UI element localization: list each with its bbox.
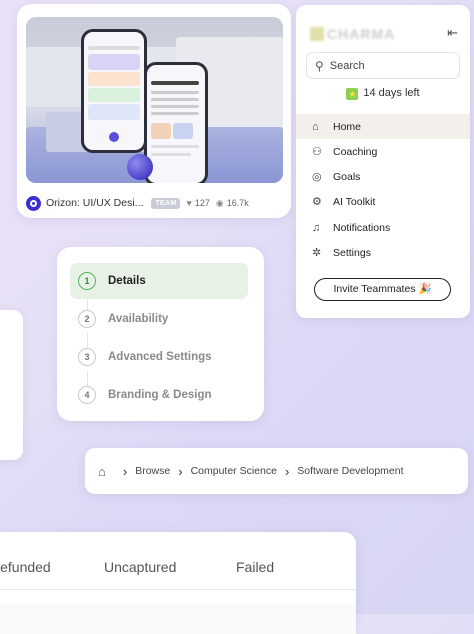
partial-card bbox=[0, 310, 23, 460]
step-number: 4 bbox=[78, 386, 96, 404]
payment-status-tabs: Refunded Uncaptured Failed bbox=[0, 532, 356, 634]
bell-icon: ♫ bbox=[312, 221, 321, 234]
trial-label: 14 days left bbox=[363, 87, 420, 99]
shot-card[interactable]: Orizon: UI/UX Desi... TEAM ♥ 127 ◉ 16.7k bbox=[17, 4, 291, 218]
breadcrumb-item-computer-science[interactable]: Computer Science bbox=[191, 465, 277, 477]
coaching-icon: ⚇ bbox=[312, 146, 322, 158]
step-branding-design[interactable]: 4 Branding & Design bbox=[70, 377, 248, 413]
breadcrumb-item-browse[interactable]: Browse bbox=[135, 465, 170, 477]
step-label: Availability bbox=[108, 313, 169, 325]
step-label: Details bbox=[108, 275, 146, 287]
tabs-divider bbox=[0, 589, 356, 590]
step-advanced-settings[interactable]: 3 Advanced Settings bbox=[70, 339, 248, 375]
views-stat: ◉ 16.7k bbox=[216, 198, 249, 209]
home-icon[interactable]: ⌂ bbox=[98, 464, 106, 479]
search-label: Search bbox=[329, 59, 365, 72]
team-badge: TEAM bbox=[151, 197, 181, 209]
step-number: 3 bbox=[78, 348, 96, 366]
search-icon: ⚲ bbox=[315, 58, 324, 73]
step-number: 2 bbox=[78, 310, 96, 328]
tab-failed[interactable]: Failed bbox=[236, 559, 274, 575]
phone-mockup-right bbox=[144, 62, 208, 183]
chevron-right-icon: › bbox=[122, 463, 128, 479]
breadcrumb-item-software-development[interactable]: Software Development bbox=[297, 465, 403, 477]
shot-thumbnail[interactable] bbox=[26, 17, 283, 183]
chevron-right-icon: › bbox=[284, 463, 290, 479]
likes-stat[interactable]: ♥ 127 bbox=[186, 198, 209, 208]
heart-icon: ♥ bbox=[186, 198, 192, 208]
search-input[interactable]: ⚲ Search bbox=[306, 52, 460, 79]
shot-title[interactable]: Orizon: UI/UX Desi... bbox=[46, 197, 143, 209]
sidebar-item-home[interactable]: ⌂ Home bbox=[296, 114, 470, 139]
step-availability[interactable]: 2 Availability bbox=[70, 301, 248, 337]
sidebar-item-ai-toolkit[interactable]: ⚙ AI Toolkit bbox=[296, 189, 470, 214]
sidebar-item-label: AI Toolkit bbox=[333, 195, 376, 208]
gear-icon: ✲ bbox=[312, 247, 322, 259]
step-label: Branding & Design bbox=[108, 389, 212, 401]
sidebar-item-settings[interactable]: ✲ Settings bbox=[296, 240, 470, 265]
sidebar-item-label: Goals bbox=[333, 170, 361, 183]
brand-logo[interactable]: CHARMA bbox=[310, 26, 395, 42]
team-avatar-icon[interactable] bbox=[26, 195, 41, 211]
views-count: 16.7k bbox=[226, 198, 249, 208]
tab-refunded[interactable]: Refunded bbox=[0, 559, 51, 575]
chevron-right-icon: › bbox=[178, 463, 183, 479]
tab-uncaptured[interactable]: Uncaptured bbox=[104, 559, 176, 575]
sidebar-item-label: Coaching bbox=[333, 145, 378, 158]
step-number: 1 bbox=[78, 272, 96, 290]
sidebar-item-label: Settings bbox=[333, 246, 371, 259]
phone-mockup-left bbox=[81, 29, 147, 153]
decor-sphere bbox=[127, 154, 153, 180]
invite-teammates-button[interactable]: Invite Teammates 🎉 bbox=[314, 278, 451, 301]
sidebar-item-coaching[interactable]: ⚇ Coaching bbox=[296, 139, 470, 164]
sidebar-item-goals[interactable]: ◎ Goals bbox=[296, 164, 470, 189]
goals-icon: ◎ bbox=[312, 171, 322, 183]
eye-icon: ◉ bbox=[215, 197, 224, 208]
steps-card: 1 Details 2 Availability 3 Advanced Setting… bbox=[57, 247, 264, 421]
trial-status: ★ 14 days left bbox=[296, 87, 470, 100]
sidebar-item-notifications[interactable]: ♫ Notifications bbox=[296, 215, 470, 240]
collapse-sidebar-icon[interactable]: ⇤ bbox=[447, 25, 458, 41]
tabs-content-area bbox=[0, 604, 356, 634]
sidebar: CHARMA ⇤ ⚲ Search ★ 14 days left ⌂ Home ⚇ C… bbox=[296, 5, 470, 318]
robot-icon: ⚙ bbox=[312, 196, 322, 208]
sidebar-item-label: Notifications bbox=[333, 221, 391, 234]
breadcrumb: ⌂ › Browse › Computer Science › Software… bbox=[85, 448, 468, 494]
star-icon: ★ bbox=[346, 88, 359, 100]
step-details[interactable]: 1 Details bbox=[70, 263, 248, 299]
likes-count: 127 bbox=[194, 198, 210, 208]
sidebar-item-label: Home bbox=[333, 120, 362, 133]
home-icon: ⌂ bbox=[312, 120, 319, 133]
step-label: Advanced Settings bbox=[108, 351, 212, 363]
